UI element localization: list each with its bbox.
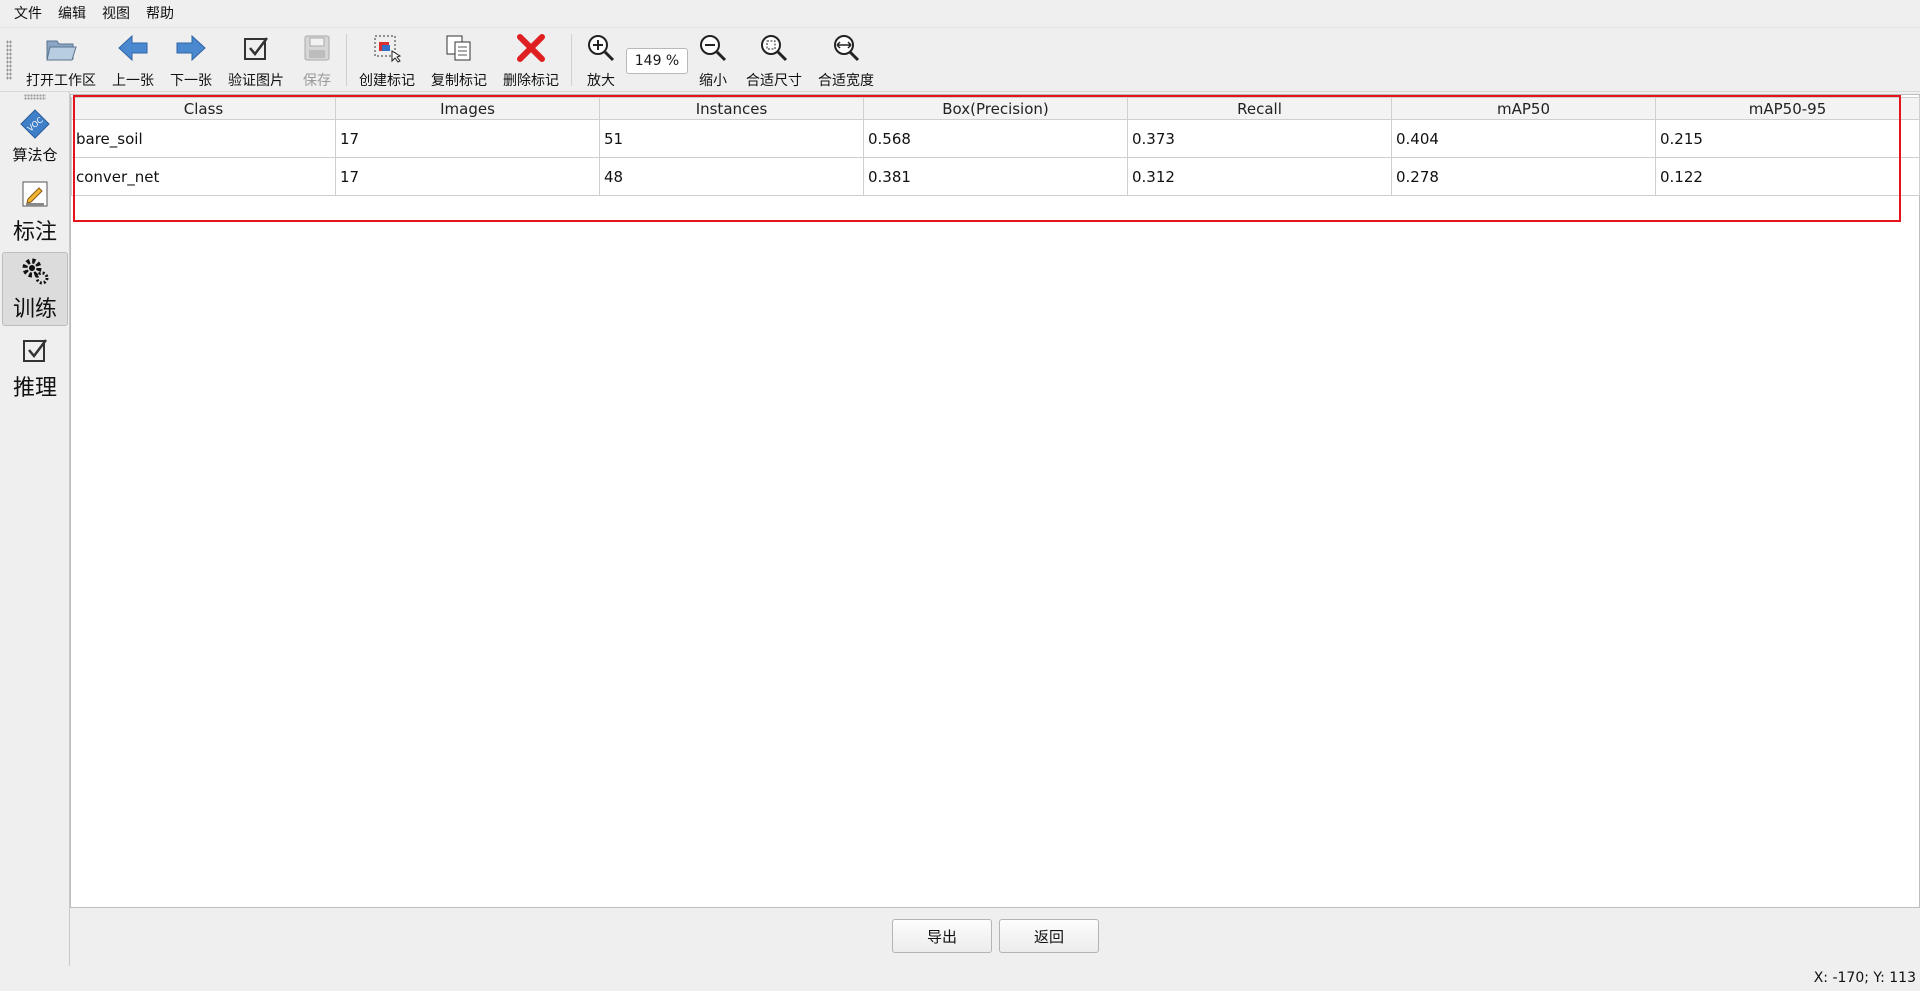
table-cell[interactable]: 51	[599, 119, 864, 158]
zoom-in-label: 放大	[587, 73, 615, 89]
fit-width-label: 合适宽度	[818, 73, 874, 89]
delete-x-icon	[514, 32, 548, 64]
column-header-instances[interactable]: Instances	[599, 97, 864, 120]
status-bar: X: -170; Y: 113	[0, 966, 1920, 991]
sidebar-item-train[interactable]: 训练	[2, 252, 68, 326]
zoom-out-icon	[696, 32, 730, 64]
next-image-button[interactable]: 下一张	[162, 28, 220, 90]
table-cell[interactable]: 0.373	[1127, 119, 1392, 158]
toolbar-grip[interactable]	[6, 40, 12, 80]
prev-image-label: 上一张	[112, 73, 154, 89]
sidebar-label-label: 标注	[12, 220, 57, 245]
table-cell[interactable]: 17	[335, 157, 600, 196]
column-header-recall[interactable]: Recall	[1127, 97, 1392, 120]
sidebar-label-train: 训练	[12, 297, 57, 322]
column-header-class[interactable]: Class	[71, 97, 336, 120]
table-cell[interactable]: 48	[599, 157, 864, 196]
fit-size-button[interactable]: 合适尺寸	[738, 28, 810, 90]
sidebar-item-label[interactable]: 标注	[2, 176, 68, 246]
zoom-out-label: 缩小	[699, 73, 727, 89]
table-row[interactable]: conver_net 17 48 0.381 0.312 0.278 0.122	[71, 157, 1920, 196]
prev-image-button[interactable]: 上一张	[104, 28, 162, 90]
checkbox-icon	[17, 332, 53, 368]
menu-bar: 文件 编辑 视图 帮助	[0, 0, 1920, 28]
open-workspace-label: 打开工作区	[26, 73, 96, 89]
save-disk-icon	[300, 32, 334, 64]
table-cell[interactable]: 17	[335, 119, 600, 158]
sidebar-label-algorithm-store: 算法仓	[12, 146, 58, 164]
metrics-table: Class Images Instances Box(Precision) Re…	[71, 97, 1920, 196]
sidebar-item-algorithm-store[interactable]: VOC 算法仓	[2, 106, 68, 165]
training-results-panel: Class Images Instances Box(Precision) Re…	[70, 94, 1920, 908]
menu-file[interactable]: 文件	[6, 0, 50, 28]
zoom-in-button[interactable]: 放大	[576, 28, 626, 90]
zoom-out-button[interactable]: 缩小	[688, 28, 738, 90]
mode-sidebar: VOC 算法仓 标注 训练 推理	[0, 92, 70, 966]
cursor-coordinates: X: -170; Y: 113	[1813, 970, 1916, 986]
copy-mark-button[interactable]: 复制标记	[423, 28, 495, 90]
folder-open-icon	[44, 32, 78, 64]
table-cell[interactable]: 0.278	[1391, 157, 1656, 196]
open-workspace-button[interactable]: 打开工作区	[18, 28, 104, 90]
column-header-precision[interactable]: Box(Precision)	[863, 97, 1128, 120]
toolbar: 打开工作区 上一张 下一张 验证图片 保存 创建标记 复制标记 删除标记 放大 …	[0, 28, 1920, 92]
menu-view[interactable]: 视图	[94, 0, 138, 28]
arrow-left-icon	[116, 32, 150, 64]
table-cell[interactable]: 0.404	[1391, 119, 1656, 158]
copy-mark-label: 复制标记	[431, 73, 487, 89]
zoom-level-input[interactable]: 149 %	[626, 48, 688, 74]
gears-icon	[17, 253, 53, 289]
export-button[interactable]: 导出	[892, 919, 992, 953]
arrow-right-icon	[174, 32, 208, 64]
sidebar-grip[interactable]	[24, 94, 46, 100]
column-header-map50[interactable]: mAP50	[1391, 97, 1656, 120]
create-mark-button[interactable]: 创建标记	[351, 28, 423, 90]
verify-image-button[interactable]: 验证图片	[220, 28, 292, 90]
table-row[interactable]: bare_soil 17 51 0.568 0.373 0.404 0.215	[71, 119, 1920, 158]
column-header-map50-95[interactable]: mAP50-95	[1655, 97, 1920, 120]
save-label: 保存	[303, 73, 331, 89]
next-image-label: 下一张	[170, 73, 212, 89]
sidebar-label-infer: 推理	[12, 376, 57, 401]
table-cell[interactable]: conver_net	[71, 157, 336, 196]
menu-edit[interactable]: 编辑	[50, 0, 94, 28]
menu-help[interactable]: 帮助	[138, 0, 182, 28]
table-cell[interactable]: 0.568	[863, 119, 1128, 158]
verify-image-label: 验证图片	[228, 73, 284, 89]
fit-size-label: 合适尺寸	[746, 73, 802, 89]
create-mark-label: 创建标记	[359, 73, 415, 89]
back-button[interactable]: 返回	[999, 919, 1099, 953]
copy-icon	[442, 32, 476, 64]
fit-window-icon	[757, 32, 791, 64]
label-pencil-icon	[17, 176, 53, 212]
zoom-in-icon	[584, 32, 618, 64]
table-cell[interactable]: 0.381	[863, 157, 1128, 196]
fit-width-button[interactable]: 合适宽度	[810, 28, 882, 90]
toolbar-separator	[571, 34, 572, 86]
table-header-row: Class Images Instances Box(Precision) Re…	[71, 97, 1920, 120]
table-cell[interactable]: 0.312	[1127, 157, 1392, 196]
checkbox-icon	[239, 32, 273, 64]
column-header-images[interactable]: Images	[335, 97, 600, 120]
toolbar-separator	[346, 34, 347, 86]
sidebar-item-infer[interactable]: 推理	[2, 332, 68, 402]
table-cell[interactable]: bare_soil	[71, 119, 336, 158]
fit-width-icon	[829, 32, 863, 64]
delete-mark-button[interactable]: 删除标记	[495, 28, 567, 90]
save-button[interactable]: 保存	[292, 28, 342, 90]
create-box-icon	[370, 32, 404, 64]
table-cell[interactable]: 0.122	[1655, 157, 1920, 196]
voc-tag-icon: VOC	[17, 106, 53, 142]
table-cell[interactable]: 0.215	[1655, 119, 1920, 158]
delete-mark-label: 删除标记	[503, 73, 559, 89]
